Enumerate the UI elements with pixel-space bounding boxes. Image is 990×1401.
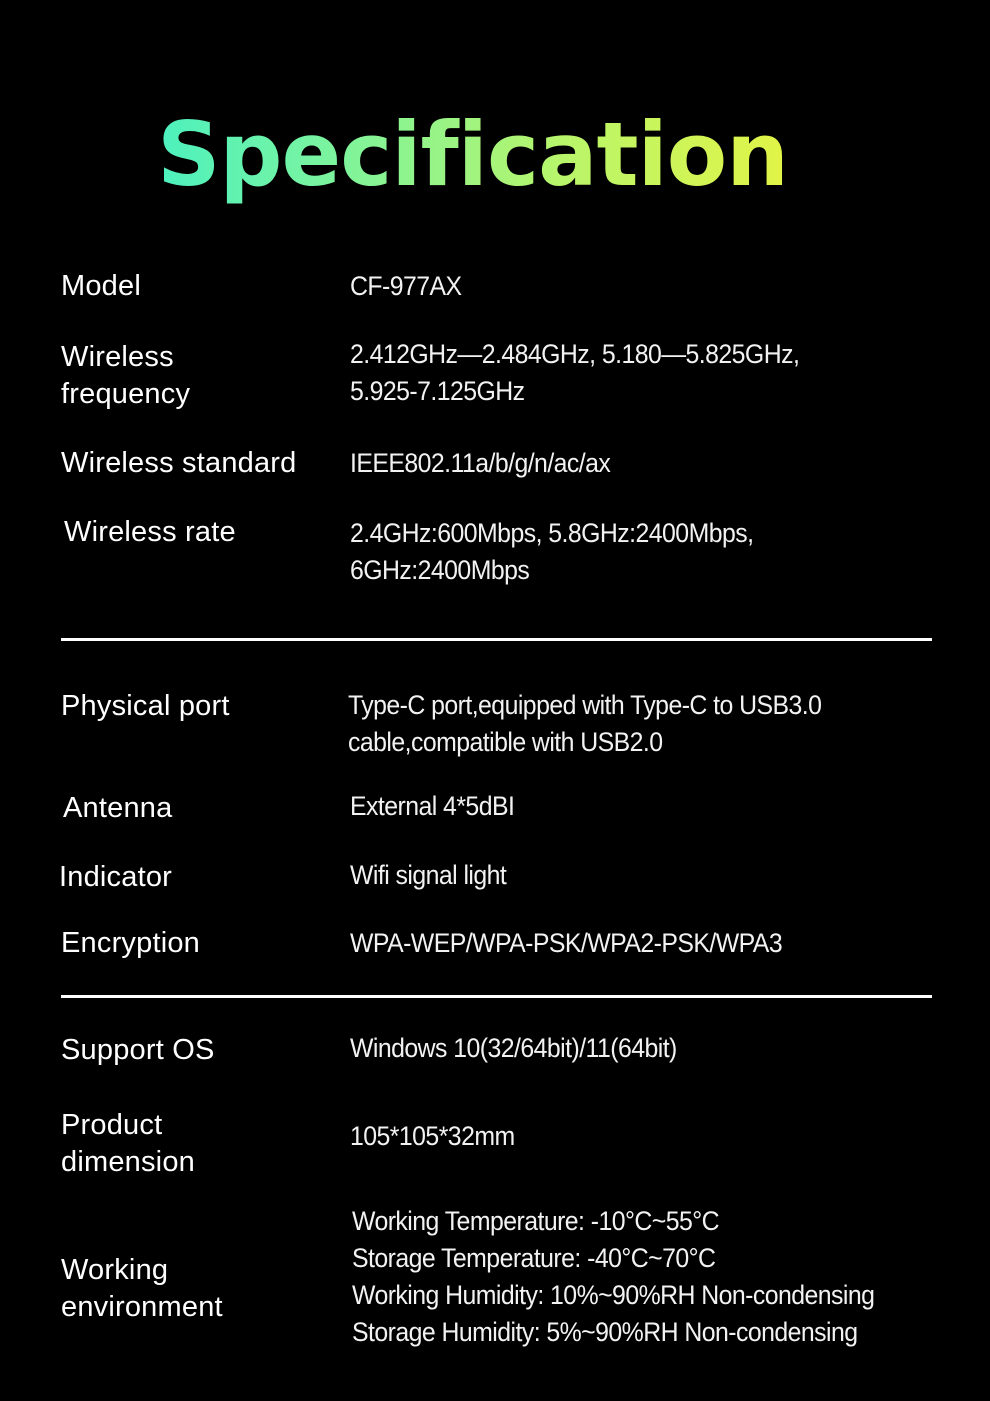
spec-value-line: Type-C port,equipped with Type-C to USB3…	[348, 690, 822, 720]
spec-value-line: Windows 10(32/64bit)/11(64bit)	[350, 1033, 677, 1063]
spec-value-line: External 4*5dBI	[350, 791, 515, 821]
spec-label: Wireless rate	[64, 516, 236, 548]
spec-value-line: 5.925-7.125GHz	[350, 376, 525, 406]
spec-value: WPA-WEP/WPA-PSK/WPA2-PSK/WPA3	[350, 925, 783, 962]
spec-value-line: cable,compatible with USB2.0	[348, 727, 663, 757]
spec-label: Model	[61, 270, 141, 302]
spec-label: Physical port	[61, 690, 230, 722]
spec-label: Antenna	[63, 792, 173, 824]
spec-label-line: environment	[61, 1291, 223, 1323]
spec-value-line: Working Humidity: 10%~90%RH Non-condensi…	[352, 1280, 875, 1310]
spec-value: Type-C port,equipped with Type-C to USB3…	[348, 687, 822, 761]
section-divider	[61, 995, 932, 998]
spec-label: Indicator	[59, 861, 173, 893]
spec-value-line: 6GHz:2400Mbps	[350, 555, 530, 585]
spec-value-line: CF-977AX	[350, 271, 462, 301]
spec-value: CF-977AX	[350, 268, 462, 305]
spec-value: 105*105*32mm	[350, 1118, 515, 1155]
spec-value-line: Wifi signal light	[350, 860, 507, 890]
spec-value-line: IEEE802.11a/b/g/n/ac/ax	[350, 448, 611, 478]
spec-value: IEEE802.11a/b/g/n/ac/ax	[350, 445, 611, 482]
spec-label: Working environment	[61, 1252, 223, 1326]
spec-value-line: 2.412GHz—2.484GHz, 5.180—5.825GHz,	[350, 339, 800, 369]
spec-value-line: Storage Temperature: -40°C~70°C	[352, 1243, 716, 1273]
spec-value-line: Working Temperature: -10°C~55°C	[352, 1206, 720, 1236]
spec-value: Working Temperature: -10°C~55°C Storage …	[352, 1203, 875, 1351]
spec-label: Product dimension	[61, 1107, 195, 1181]
spec-label-line: Wireless	[61, 341, 174, 373]
spec-label-line: Product	[61, 1109, 163, 1141]
spec-label-line: dimension	[61, 1146, 195, 1178]
spec-value-line: 2.4GHz:600Mbps, 5.8GHz:2400Mbps,	[350, 518, 754, 548]
section-divider	[61, 638, 932, 641]
spec-value-line: 105*105*32mm	[350, 1121, 515, 1151]
spec-label-line: Working	[61, 1254, 169, 1286]
spec-value: 2.4GHz:600Mbps, 5.8GHz:2400Mbps, 6GHz:24…	[350, 515, 754, 589]
spec-label: Encryption	[61, 927, 201, 959]
spec-value: 2.412GHz—2.484GHz, 5.180—5.825GHz, 5.925…	[350, 336, 800, 410]
spec-label: Support OS	[61, 1034, 215, 1066]
spec-value: External 4*5dBI	[350, 788, 515, 825]
page-title: Specification	[0, 100, 945, 210]
spec-value: Wifi signal light	[350, 857, 507, 894]
spec-value-line: WPA-WEP/WPA-PSK/WPA2-PSK/WPA3	[350, 928, 783, 958]
spec-label: Wireless standard	[61, 447, 297, 479]
spec-label-line: frequency	[61, 378, 191, 410]
spec-label: Wireless frequency	[61, 339, 190, 413]
spec-value-line: Storage Humidity: 5%~90%RH Non-condensin…	[352, 1317, 858, 1347]
spec-value: Windows 10(32/64bit)/11(64bit)	[350, 1030, 677, 1067]
